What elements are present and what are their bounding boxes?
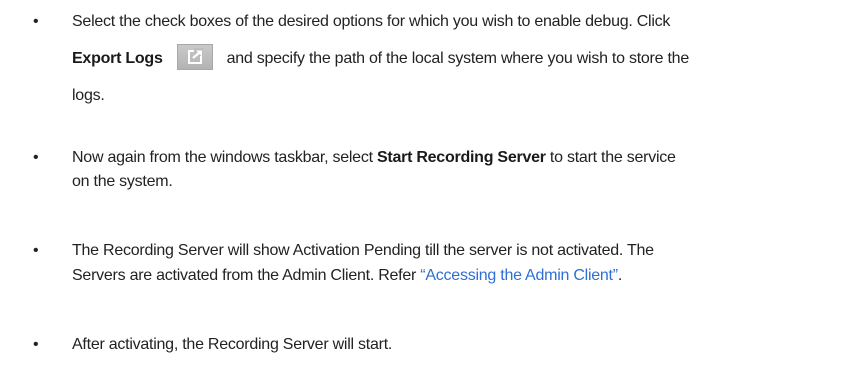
text-line: logs. (72, 87, 105, 104)
text-line: Export Logs and specify the path of the l… (72, 44, 690, 71)
text-suffix: to start the service (545, 149, 676, 166)
accessing-admin-client-link[interactable]: “Accessing the Admin Client” (420, 267, 618, 284)
bullet-marker: • (33, 242, 39, 259)
text-line: The Recording Server will show Activatio… (72, 242, 654, 259)
text-line: Select the check boxes of the desired op… (72, 13, 671, 30)
export-logs-instruction: and specify the path of the local system… (226, 50, 690, 67)
text-prefix: Servers are activated from the Admin Cli… (72, 267, 421, 284)
bullet-marker: • (33, 149, 39, 166)
text-prefix: Now again from the windows taskbar, sele… (72, 149, 377, 166)
text-line: on the system. (72, 173, 173, 190)
text-suffix: . (617, 267, 623, 284)
document-page: • Select the check boxes of the desired … (0, 0, 849, 386)
text-line: Servers are activated from the Admin Cli… (72, 264, 622, 288)
bullet-marker: • (33, 336, 39, 353)
export-icon[interactable] (176, 44, 213, 71)
start-recording-server-label: Start Recording Server (376, 149, 546, 166)
export-logs-label: Export Logs (72, 50, 163, 67)
text-line: After activating, the Recording Server w… (72, 336, 393, 353)
text-line: Now again from the windows taskbar, sele… (72, 146, 676, 170)
bullet-marker: • (33, 13, 39, 30)
